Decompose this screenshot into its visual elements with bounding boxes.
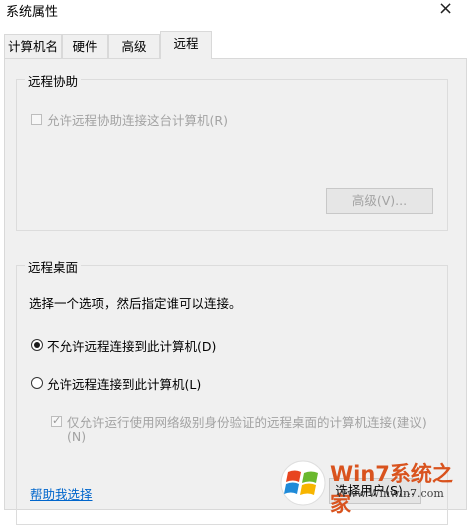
nla-only-label-line2: (N) [67, 429, 87, 444]
allow-remote-assistance-checkbox[interactable] [31, 114, 42, 125]
advanced-button[interactable]: 高级(V)... [326, 188, 433, 214]
watermark-url: Www.Winwin7.com [336, 487, 444, 500]
tab-hardware[interactable]: 硬件 [62, 34, 108, 58]
nla-only-checkbox[interactable] [51, 414, 62, 427]
site-watermark: Win7系统之家 Www.Winwin7.com [276, 456, 472, 516]
remote-assistance-label: 远程协助 [25, 71, 82, 90]
allow-remote-assistance-label: 允许远程协助连接这台计算机(R) [47, 113, 228, 128]
tab-computer-name[interactable]: 计算机名 [4, 34, 62, 58]
remote-desktop-instruction: 选择一个选项，然后指定谁可以连接。 [29, 296, 242, 311]
tab-remote[interactable]: 远程 [160, 31, 212, 59]
allow-remote-label: 允许远程连接到此计算机(L) [47, 377, 202, 392]
allow-remote-radio[interactable] [31, 377, 43, 389]
deny-remote-label: 不允许远程连接到此计算机(D) [47, 339, 217, 354]
remote-assistance-group: 远程协助 允许远程协助连接这台计算机(R) 高级(V)... [16, 71, 448, 231]
deny-remote-radio[interactable] [31, 339, 43, 351]
close-icon[interactable]: × [438, 0, 453, 19]
windows-logo-icon [280, 460, 326, 506]
window-title: 系统属性 [6, 5, 59, 20]
tab-panel-remote: 远程协助 允许远程协助连接这台计算机(R) 高级(V)... 远程桌面 选择一个… [4, 58, 467, 525]
nla-only-label-line1: 仅允许运行使用网络级别身份验证的远程桌面的计算机连接(建议) [67, 415, 427, 430]
title-bar: 系统属性 × [0, 0, 472, 24]
help-me-choose-link[interactable]: 帮助我选择 [30, 484, 93, 503]
tab-advanced[interactable]: 高级 [108, 34, 160, 58]
remote-desktop-label: 远程桌面 [25, 257, 82, 276]
